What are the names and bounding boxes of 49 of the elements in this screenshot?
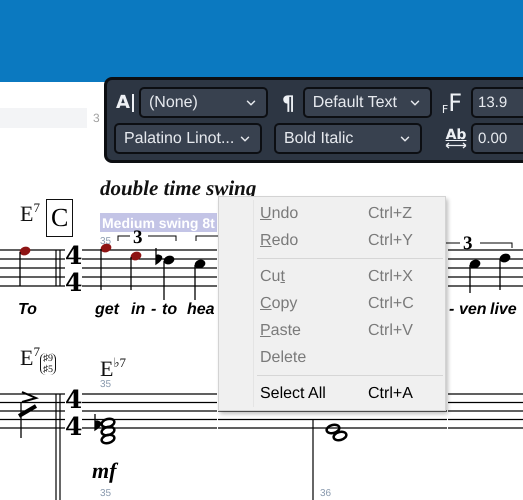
- spacing-field[interactable]: 0.00: [471, 123, 523, 154]
- note-icon: [19, 246, 30, 286]
- flat-icon: [94, 413, 102, 431]
- whole-note-icon: [332, 430, 348, 442]
- lyric-syllable: -: [151, 301, 156, 319]
- note-icon: [469, 260, 480, 293]
- note-icon: [100, 244, 112, 290]
- menu-item[interactable]: Select All Ctrl+A: [221, 380, 443, 407]
- whole-note-icon: [100, 434, 116, 444]
- tuplet-number: 3: [463, 233, 472, 255]
- whole-note-icon: [100, 426, 116, 436]
- paragraph-icon: ¶: [282, 92, 295, 112]
- rehearsal-mark: C: [46, 199, 74, 237]
- note-icon: [194, 260, 206, 300]
- whole-note-icon: [100, 418, 116, 428]
- measure-number: 35: [100, 380, 112, 390]
- shortcut-text: Ctrl+A: [368, 384, 414, 402]
- shortcut-text: Ctrl+Z: [368, 204, 413, 222]
- note-icon: [130, 252, 142, 290]
- lyric-syllable: live: [490, 301, 517, 319]
- chord-symbol: E$^{7}$: [20, 201, 40, 227]
- font-style-dropdown[interactable]: Bold Italic: [274, 123, 422, 154]
- flat-icon: [155, 247, 162, 265]
- dynamic-marking: mf: [92, 458, 116, 484]
- lyric-syllable: to: [162, 301, 178, 319]
- note-icon: [499, 254, 510, 290]
- shortcut-text: Ctrl+V: [368, 322, 414, 340]
- lyric-syllable: To: [18, 301, 37, 319]
- font-family-dropdown[interactable]: Palatino Linot...: [114, 123, 262, 154]
- font-size-field[interactable]: 13.9: [471, 87, 523, 118]
- shortcut-text: Ctrl+X: [368, 268, 414, 286]
- shortcut-text: Ctrl+Y: [368, 232, 414, 250]
- text-style-dropdown[interactable]: (None): [138, 87, 268, 118]
- shortcut-text: Ctrl+C: [368, 294, 415, 312]
- accented-note-icon: [18, 391, 39, 438]
- chord-symbol: E$^{♭7}$: [100, 356, 126, 381]
- lyric-syllable: ven: [459, 301, 487, 319]
- measure-number: 35: [100, 489, 112, 499]
- lyric-syllable: -: [449, 301, 454, 319]
- measure-number: 35: [100, 237, 112, 247]
- whole-note-icon: [325, 424, 341, 434]
- font-size-icon: F F: [442, 90, 462, 114]
- lyric-syllable: hea: [187, 301, 215, 319]
- lyric-syllable: get: [95, 301, 119, 319]
- paragraph-style-dropdown[interactable]: Default Text: [302, 87, 432, 118]
- note-icon: [163, 256, 174, 300]
- page-number: 3: [93, 110, 100, 127]
- lyric-syllable: in: [131, 301, 146, 319]
- measure-number: 36: [320, 489, 332, 499]
